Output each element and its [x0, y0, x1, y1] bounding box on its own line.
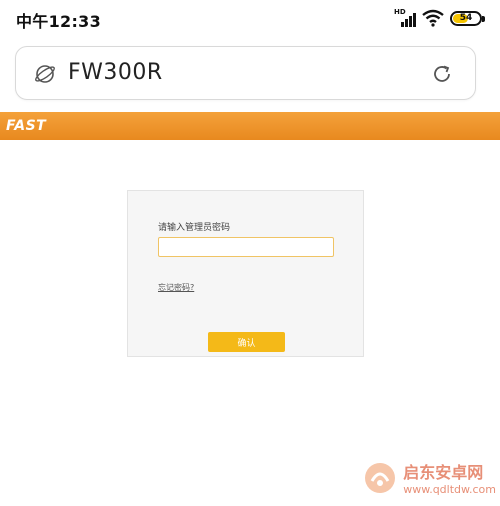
password-input[interactable] — [158, 237, 334, 257]
login-card: 请输入管理员密码 忘记密码? 确认 — [127, 190, 364, 357]
watermark-logo-icon — [365, 462, 396, 493]
forgot-password-link[interactable]: 忘记密码? — [158, 282, 194, 293]
watermark-url: www.qdltdw.com — [403, 483, 496, 496]
address-url[interactable]: FW300R — [68, 60, 163, 85]
watermark: 启东安卓网 www.qdltdw.com — [363, 459, 496, 496]
confirm-button[interactable]: 确认 — [208, 332, 285, 352]
signal-icon: HD — [394, 8, 416, 27]
wifi-icon — [422, 9, 444, 27]
status-icons: HD 54 — [394, 8, 485, 28]
brand-logo: FAST — [6, 118, 47, 134]
address-bar[interactable]: FW300R — [15, 46, 476, 100]
status-time: 中午12:33 — [16, 12, 102, 31]
refresh-icon[interactable] — [431, 63, 453, 85]
battery-icon: 54 — [450, 10, 485, 26]
password-label: 请输入管理员密码 — [158, 223, 231, 233]
battery-level: 54 — [459, 13, 473, 23]
watermark-title: 启东安卓网 — [403, 463, 484, 482]
brand-banner: FAST — [0, 112, 500, 140]
status-bar: 中午12:33 HD 54 — [0, 0, 500, 36]
globe-icon — [35, 65, 55, 83]
